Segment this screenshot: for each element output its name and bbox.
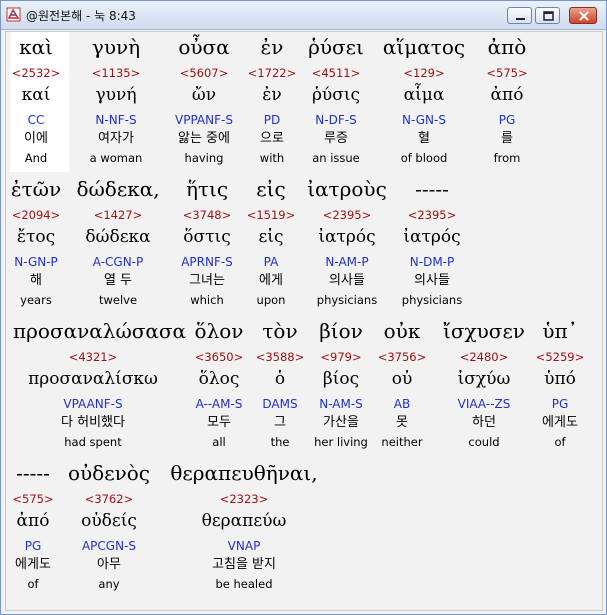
- parsing-code: PG: [551, 397, 569, 411]
- word-column[interactable]: θεραπευθῆναι, <2323> θεραπεύω VNAP 고침을 받지 be …: [164, 460, 324, 596]
- greek-word: ἀπὸ: [487, 35, 527, 59]
- english-gloss: physicians: [401, 293, 463, 307]
- greek-word: θεραπευθῆναι,: [170, 461, 318, 485]
- strong-number[interactable]: <575>: [427, 65, 587, 81]
- parsing-code: VNAP: [227, 539, 261, 553]
- word-column[interactable]: ἀπὸ <575> ἀπό PG 를 from: [427, 34, 587, 170]
- close-button[interactable]: [569, 7, 597, 24]
- maximize-button[interactable]: [535, 7, 560, 24]
- lemma: θεραπεύω: [201, 511, 287, 531]
- word-column[interactable]: ----- <2395> ἰατρός N-DM-P 의사들 physicians: [352, 176, 512, 312]
- korean-gloss: 에게도: [542, 415, 578, 430]
- english-gloss: from: [493, 151, 521, 165]
- strong-number[interactable]: <2323>: [164, 491, 324, 507]
- minimize-icon: [516, 18, 525, 20]
- title-bar[interactable]: @원전본해 - 눅 8:43: [1, 1, 606, 30]
- korean-gloss: 의사들: [414, 273, 450, 288]
- korean-gloss: 를: [501, 131, 513, 146]
- english-gloss: of: [554, 435, 566, 449]
- app-logo-icon: [6, 7, 21, 22]
- close-icon: [579, 11, 589, 21]
- window-title: @원전본해 - 눅 8:43: [26, 9, 136, 23]
- maximize-icon: [543, 11, 554, 21]
- lemma: ἰατρός: [403, 227, 461, 247]
- strong-number[interactable]: <5259>: [480, 349, 606, 365]
- minimize-button[interactable]: [507, 7, 532, 24]
- parsing-code: N-DM-P: [409, 255, 455, 269]
- greek-word: ὑπ᾽: [542, 319, 578, 343]
- word-column[interactable]: ὑπ᾽ <5259> ὑπό PG 에게도 of: [480, 318, 606, 454]
- lemma: ἀπό: [490, 85, 524, 105]
- interlinear-panel[interactable]: καὶ <2532> καί CC 이에 And γυνὴ <1135> γυνή N-NF-S 여…: [5, 31, 603, 611]
- english-gloss: be healed: [215, 577, 273, 591]
- parsing-code: PG: [498, 113, 516, 127]
- greek-word: -----: [415, 177, 449, 201]
- app-window: @원전본해 - 눅 8:43 καὶ <2532> καί CC 이에 And γυνὴ <1…: [0, 0, 607, 615]
- lemma: ὑπό: [544, 369, 576, 389]
- korean-gloss: 고침을 받지: [212, 557, 276, 572]
- strong-number[interactable]: <2395>: [352, 207, 512, 223]
